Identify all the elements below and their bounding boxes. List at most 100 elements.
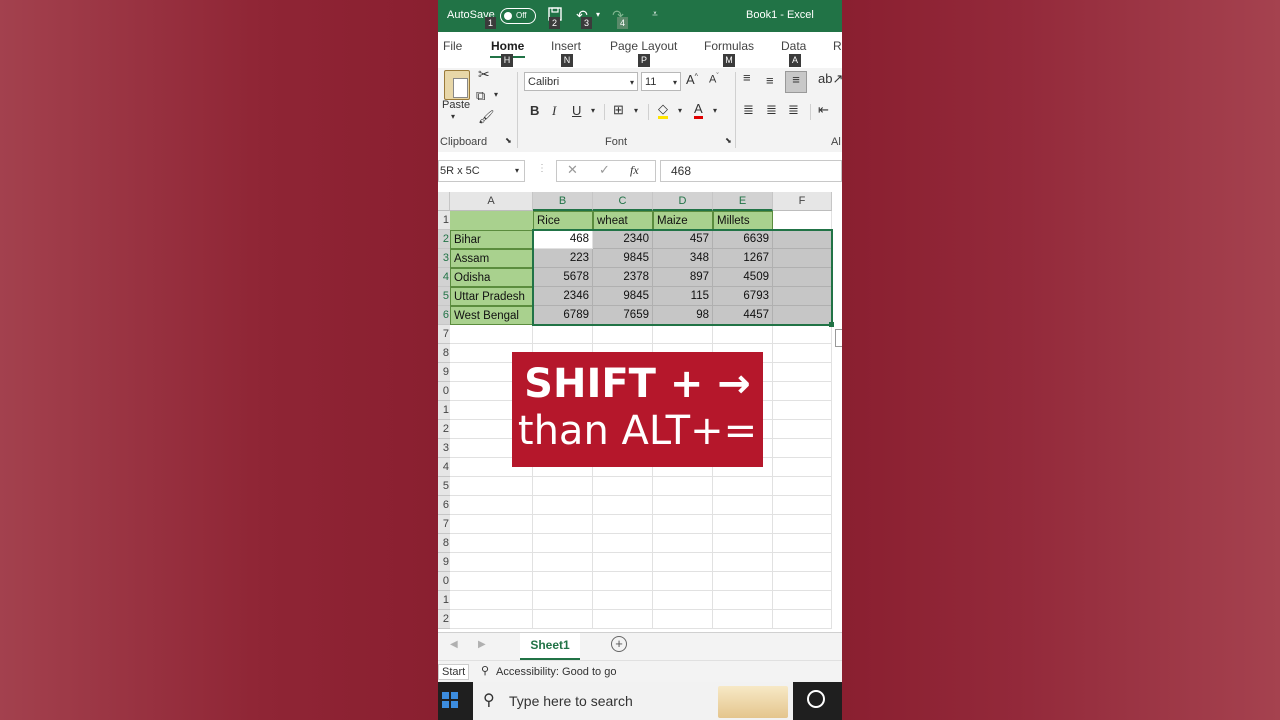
empty-cell[interactable] [450,325,533,344]
add-sheet-button[interactable]: + [611,636,627,652]
row-header[interactable]: 4 [438,268,450,287]
font-color-dropdown-icon[interactable]: ▾ [713,106,717,115]
column-label-cell[interactable]: wheat [593,211,653,230]
copy-icon[interactable]: ⧉ [476,88,485,104]
empty-cell[interactable] [450,591,533,610]
empty-cell[interactable] [533,515,593,534]
formula-input[interactable]: 468 [660,160,842,182]
empty-cell[interactable] [653,534,713,553]
row-header[interactable]: 5 [438,477,450,496]
data-cell[interactable]: 2346 [533,287,593,306]
empty-cell[interactable] [773,534,832,553]
tab-file[interactable]: File [443,39,462,53]
enter-icon[interactable]: ✓ [599,162,610,178]
copy-dropdown-icon[interactable]: ▾ [494,90,498,99]
data-cell[interactable]: 9845 [593,287,653,306]
empty-cell[interactable] [713,534,773,553]
empty-cell[interactable] [713,496,773,515]
empty-cell[interactable] [533,477,593,496]
empty-cell[interactable] [713,553,773,572]
empty-cell[interactable] [773,572,832,591]
data-cell[interactable]: 7659 [593,306,653,325]
fill-color-icon[interactable]: ◇ [658,102,668,119]
empty-cell[interactable] [773,363,832,382]
empty-cell[interactable] [773,401,832,420]
paste-label[interactable]: Paste [442,99,470,111]
empty-cell[interactable] [653,496,713,515]
align-right-icon[interactable]: ≣ [788,102,799,118]
cortana-icon[interactable] [807,690,825,708]
tab-insert[interactable]: Insert [551,39,581,53]
empty-cell[interactable] [533,496,593,515]
empty-cell[interactable] [773,420,832,439]
row-header[interactable]: 0 [438,572,450,591]
empty-cell[interactable] [593,534,653,553]
data-cell[interactable]: 6639 [713,230,773,249]
row-label-cell[interactable]: Odisha [450,268,533,287]
column-header-b[interactable]: B [533,192,593,211]
row-header[interactable]: 2 [438,420,450,439]
bold-button[interactable]: B [530,103,539,118]
font-launcher-icon[interactable]: ⬊ [725,136,732,145]
empty-cell[interactable] [593,591,653,610]
data-cell[interactable]: 5678 [533,268,593,287]
tab-data[interactable]: Data [781,39,806,53]
empty-cell[interactable] [773,496,832,515]
empty-cell[interactable] [593,610,653,629]
data-cell[interactable]: 223 [533,249,593,268]
empty-cell[interactable] [533,591,593,610]
empty-cell[interactable] [713,515,773,534]
empty-cell[interactable] [450,477,533,496]
clipboard-launcher-icon[interactable]: ⬊ [505,136,512,145]
row-header[interactable]: 4 [438,458,450,477]
column-header-f[interactable]: F [773,192,832,211]
row-header[interactable]: 1 [438,211,450,230]
tab-review[interactable]: Re [833,39,842,53]
fill-handle[interactable] [829,322,834,327]
empty-cell[interactable] [713,610,773,629]
empty-cell[interactable] [593,325,653,344]
data-cell[interactable]: 6793 [713,287,773,306]
paste-icon[interactable] [444,70,470,100]
data-cell[interactable]: 98 [653,306,713,325]
quick-analysis-icon[interactable] [835,329,842,347]
empty-cell[interactable] [713,572,773,591]
font-size-select[interactable]: 11 ▾ [641,72,681,91]
data-cell[interactable]: 348 [653,249,713,268]
row-header[interactable]: 0 [438,382,450,401]
empty-cell[interactable] [450,610,533,629]
empty-cell[interactable] [593,515,653,534]
empty-cell[interactable] [773,610,832,629]
font-color-button[interactable]: A [694,101,703,119]
empty-cell[interactable] [450,534,533,553]
row-label-cell[interactable]: Assam [450,249,533,268]
empty-cell[interactable] [713,325,773,344]
empty-cell[interactable] [450,496,533,515]
accessibility-status[interactable]: Accessibility: Good to go [496,666,616,678]
empty-cell[interactable] [653,325,713,344]
middle-align-icon[interactable]: ≡ [766,73,774,88]
empty-cell[interactable] [593,553,653,572]
windows-start-icon[interactable] [442,692,458,708]
column-header-e[interactable]: E [713,192,773,211]
increase-font-icon[interactable]: A^ [686,72,698,87]
row-label-cell[interactable]: West Bengal [450,306,533,325]
empty-cell[interactable] [773,477,832,496]
data-cell[interactable]: 9845 [593,249,653,268]
empty-cell[interactable] [533,534,593,553]
italic-button[interactable]: I [552,103,556,119]
selected-empty-cell[interactable] [773,230,832,249]
empty-cell[interactable] [593,477,653,496]
align-center-icon[interactable]: ≣ [766,102,777,118]
underline-dropdown-icon[interactable]: ▾ [591,106,595,115]
data-cell[interactable]: 115 [653,287,713,306]
row-header[interactable]: 9 [438,363,450,382]
column-label-cell[interactable]: Rice [533,211,593,230]
orientation-icon[interactable]: ab↗ [818,71,842,87]
cell-a1[interactable] [450,211,533,230]
data-cell[interactable]: 457 [653,230,713,249]
cancel-icon[interactable]: ✕ [567,162,578,178]
row-header[interactable]: 1 [438,591,450,610]
empty-cell[interactable] [773,591,832,610]
selected-empty-cell[interactable] [773,249,832,268]
